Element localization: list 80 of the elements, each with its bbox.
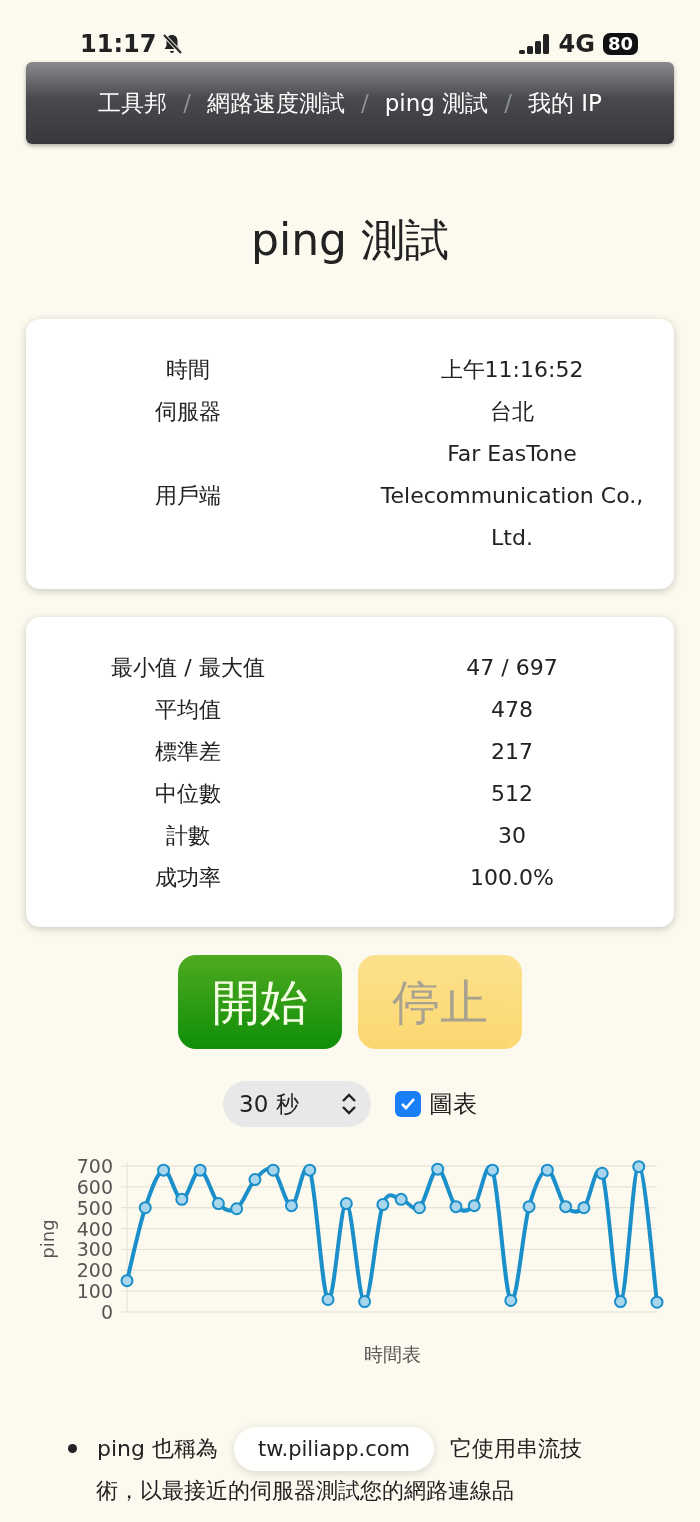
info-value: 台北: [490, 398, 534, 424]
info-label: 最小值 / 最大值: [111, 654, 265, 680]
breadcrumb-separator: /: [360, 88, 369, 118]
signal-icon: [518, 34, 551, 54]
y-axis-label: 100: [76, 1279, 113, 1302]
page-title: ping 測試: [250, 214, 450, 267]
breadcrumb-link[interactable]: ping 測試: [384, 85, 489, 121]
data-point: [431, 1162, 445, 1176]
y-axis-label: 700: [76, 1154, 113, 1177]
data-point: [120, 1274, 134, 1287]
data-point: [449, 1199, 463, 1213]
checkbox-label: 圖表: [429, 1088, 477, 1120]
data-point: [522, 1199, 536, 1213]
data-point: [248, 1172, 262, 1186]
breadcrumb-separator: /: [504, 88, 512, 118]
data-point: [504, 1293, 518, 1307]
data-point: [613, 1294, 627, 1308]
data-point: [577, 1201, 591, 1214]
info-value: Far EasTone Telecommunication Co., Ltd.: [380, 440, 644, 550]
breadcrumb-link[interactable]: 我的 IP: [527, 85, 602, 121]
data-point: [211, 1196, 225, 1210]
battery-indicator: 80: [602, 33, 638, 55]
start-button[interactable]: 開始: [178, 954, 342, 1049]
data-point: [193, 1163, 207, 1177]
chevron-updown-icon: [341, 1092, 357, 1115]
info-label: 伺服器: [155, 398, 221, 424]
data-point: [230, 1202, 244, 1216]
clock-time: 11:17: [80, 29, 157, 60]
y-axis-label: 200: [76, 1259, 113, 1282]
paragraph-text: ping 也稱為: [97, 1434, 218, 1463]
data-point: [175, 1192, 189, 1206]
data-point: [650, 1295, 664, 1309]
info-value: 30: [498, 822, 526, 848]
info-value: 512: [491, 780, 533, 806]
y-axis-title: ping: [37, 1219, 58, 1259]
breadcrumb-link[interactable]: 工具邦: [98, 85, 168, 121]
info-value: 上午11:16:52: [440, 356, 584, 382]
y-axis-label: 400: [76, 1217, 113, 1240]
data-point: [486, 1163, 499, 1177]
info-label: 計數: [166, 822, 210, 848]
info-label: 成功率: [155, 864, 221, 890]
duration-select[interactable]: 30 秒: [223, 1080, 371, 1127]
data-point: [321, 1292, 335, 1306]
info-label: 平均值: [155, 696, 221, 722]
data-point: [157, 1163, 171, 1177]
data-point: [412, 1201, 426, 1214]
data-point: [540, 1163, 554, 1177]
info-value: 47 / 697: [466, 654, 558, 680]
data-point: [376, 1197, 390, 1211]
network-label: 4G: [558, 29, 595, 60]
x-axis-title: 時間表: [363, 1342, 421, 1365]
y-axis-label: 500: [76, 1196, 113, 1219]
breadcrumb-separator: /: [183, 88, 191, 118]
info-value: 100.0%: [470, 864, 554, 890]
info-label: 用戶端: [155, 482, 221, 508]
bullet-icon: [68, 1444, 77, 1454]
data-point: [632, 1159, 646, 1173]
y-axis-label: 600: [76, 1175, 113, 1198]
address-bar[interactable]: tw.piliapp.com: [234, 1426, 435, 1471]
data-point: [358, 1294, 372, 1308]
data-point: [285, 1198, 298, 1212]
info-value: 217: [491, 738, 533, 764]
data-point: [339, 1196, 353, 1210]
info-label: 時間: [166, 356, 210, 382]
info-value: 478: [491, 696, 533, 722]
data-point: [467, 1198, 481, 1212]
breadcrumb-link[interactable]: 網路速度測試: [206, 85, 345, 121]
info-label: 中位數: [155, 780, 221, 806]
chart-checkbox[interactable]: [395, 1090, 421, 1117]
data-point: [394, 1192, 408, 1206]
paragraph-text: 它使用串流技: [450, 1434, 583, 1463]
data-point: [595, 1166, 609, 1180]
data-point: [559, 1199, 573, 1213]
paragraph-text: 術，以最接近的伺服器測試您的網路連線品: [96, 1476, 515, 1505]
y-axis-label: 0: [100, 1300, 113, 1323]
y-axis-label: 300: [76, 1238, 113, 1261]
data-point: [138, 1201, 152, 1214]
data-point: [303, 1163, 317, 1177]
info-label: 標準差: [155, 738, 221, 764]
data-point: [266, 1163, 280, 1177]
